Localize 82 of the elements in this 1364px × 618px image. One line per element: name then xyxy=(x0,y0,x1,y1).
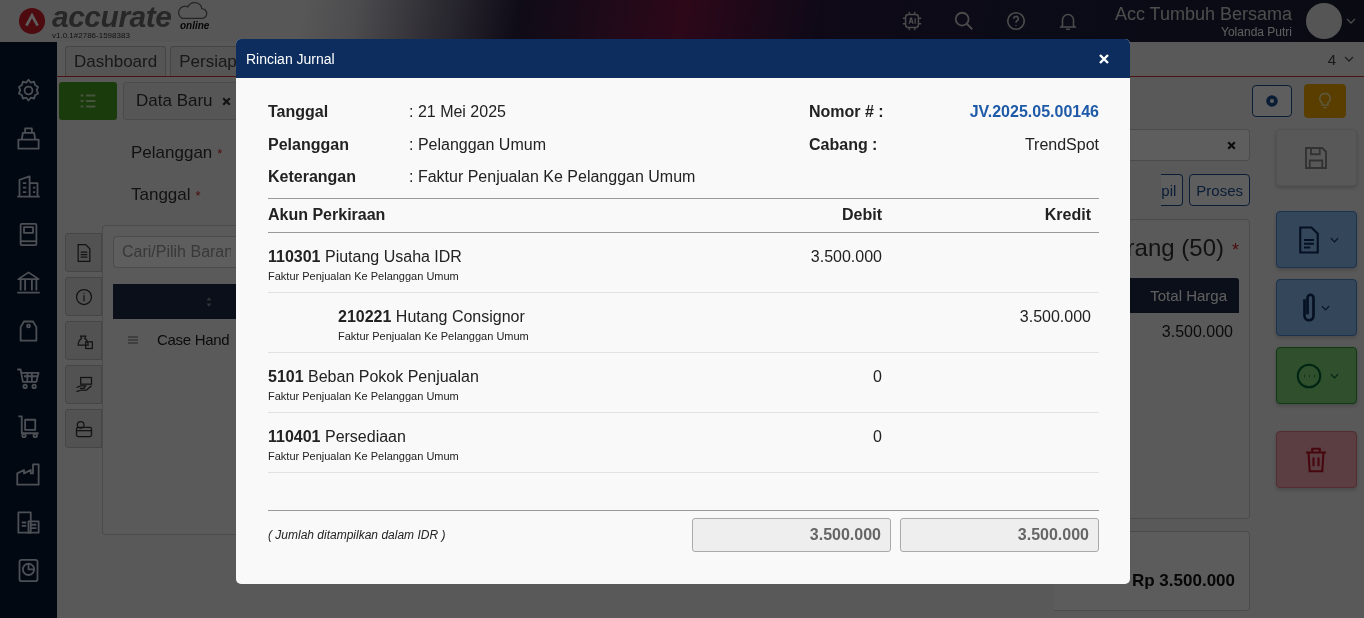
required-mark: * xyxy=(195,188,201,203)
version-text: v1.0.1#2786-1598383 xyxy=(52,31,131,40)
dropdown-button[interactable]: Proses xyxy=(1189,174,1250,206)
ai-chip-icon[interactable] xyxy=(900,10,923,32)
clear-icon[interactable] xyxy=(1226,139,1237,151)
tips-button[interactable] xyxy=(1304,84,1346,118)
help-icon[interactable] xyxy=(1004,10,1027,32)
drag-handle-icon[interactable] xyxy=(127,334,139,345)
account-name: 5101 Beban Pokok Penjualan xyxy=(268,367,480,386)
entry-description: Faktur Penjualan Ke Pelanggan Umum xyxy=(338,329,530,342)
factory-icon[interactable] xyxy=(15,461,42,488)
info-value: : 21 Mei 2025 xyxy=(409,103,506,122)
bank-icon[interactable] xyxy=(15,269,42,296)
entry-description: Faktur Penjualan Ke Pelanggan Umum xyxy=(268,389,460,402)
side-tab[interactable] xyxy=(65,365,102,404)
side-tab[interactable] xyxy=(65,277,102,316)
info-label: Tanggal xyxy=(268,103,330,122)
paperclip-icon xyxy=(1302,293,1315,322)
side-tab[interactable] xyxy=(65,233,102,272)
user-name: Yolanda Putri xyxy=(1221,25,1292,38)
field-label: Tanggal xyxy=(131,185,191,205)
settings-button[interactable] xyxy=(1252,85,1292,117)
required-mark: * xyxy=(1232,240,1239,261)
info-value: : Faktur Penjualan Ke Pelanggan Umum xyxy=(409,168,696,187)
grand-total: Rp 3.500.000 xyxy=(1132,571,1235,591)
column-header: Total Harga xyxy=(1129,278,1239,313)
column-header: Debit xyxy=(841,206,882,224)
field-label: Pelanggan xyxy=(131,143,213,163)
logo-subtitle: online xyxy=(179,20,210,31)
attachment-button[interactable] xyxy=(1275,279,1357,336)
chevron-down-icon xyxy=(1329,372,1339,379)
account-name: 110301 Piutang Usaha IDR xyxy=(268,247,463,266)
info-value: : Pelanggan Umum xyxy=(409,135,546,154)
entry-description: Faktur Penjualan Ke Pelanggan Umum xyxy=(268,269,460,282)
cloud-icon xyxy=(175,2,210,20)
credit-amount: 3.500.000 xyxy=(1019,307,1091,325)
side-tab[interactable] xyxy=(65,321,102,360)
chevron-down-icon xyxy=(1320,304,1330,311)
table-cell-text: 3.500.000 xyxy=(1161,323,1234,341)
total-credit-field: 3.500.000 xyxy=(900,517,1099,552)
company-name: Acc Tumbuh Bersama xyxy=(1114,4,1292,23)
currency-note: ( Jumlah ditampilkan dalam IDR ) xyxy=(268,527,446,542)
tax-document-icon[interactable] xyxy=(15,509,42,536)
document-menu-button[interactable] xyxy=(1275,211,1357,268)
debit-amount: 3.500.000 xyxy=(810,247,882,265)
search-icon[interactable] xyxy=(952,10,975,32)
account-name: 110401 Persediaan xyxy=(268,427,407,446)
tab-count[interactable]: 4 xyxy=(1327,50,1336,68)
info-label: Pelanggan xyxy=(268,135,350,154)
account-name: 210221 Hutang Consignor xyxy=(338,307,526,326)
save-button[interactable] xyxy=(1275,129,1357,186)
total-debit-field: 3.500.000 xyxy=(692,517,891,552)
tab-label[interactable]: Data Baru xyxy=(136,91,213,111)
building-icon[interactable] xyxy=(15,173,42,200)
dialog-title: Rincian Jurnal xyxy=(246,50,335,67)
list-button[interactable] xyxy=(59,82,117,120)
column-header: Kredit xyxy=(1043,206,1092,224)
side-tab[interactable] xyxy=(65,409,102,448)
page-tab[interactable]: Dashboard xyxy=(65,46,167,76)
logo-icon xyxy=(18,7,46,35)
debit-amount: 0 xyxy=(873,367,882,385)
chevron-down-icon xyxy=(1329,236,1339,243)
info-label: Nomor # : xyxy=(809,103,884,122)
trolley-icon[interactable] xyxy=(15,413,42,440)
info-label: Keterangan xyxy=(268,168,358,187)
debit-amount: 0 xyxy=(873,427,882,445)
card-stack-icon xyxy=(73,418,94,439)
info-icon xyxy=(73,286,94,307)
hand-card-icon xyxy=(73,374,94,395)
info-label: Cabang : xyxy=(809,135,878,154)
column-header: Akun Perkiraan xyxy=(268,206,387,224)
info-value: TrendSpot xyxy=(1024,135,1099,154)
entry-description: Faktur Penjualan Ke Pelanggan Umum xyxy=(268,449,460,462)
item-name: Case Hand xyxy=(157,331,230,348)
dropdown-button[interactable]: pil xyxy=(1161,174,1184,206)
more-button[interactable] xyxy=(1275,347,1357,404)
chevron-down-icon[interactable] xyxy=(1344,56,1354,62)
sort-icon[interactable] xyxy=(205,295,213,308)
delete-button[interactable] xyxy=(1275,431,1357,488)
avatar[interactable] xyxy=(1306,3,1342,39)
required-mark: * xyxy=(217,146,223,161)
journal-number-link[interactable]: JV.2025.05.00146 xyxy=(969,103,1099,122)
